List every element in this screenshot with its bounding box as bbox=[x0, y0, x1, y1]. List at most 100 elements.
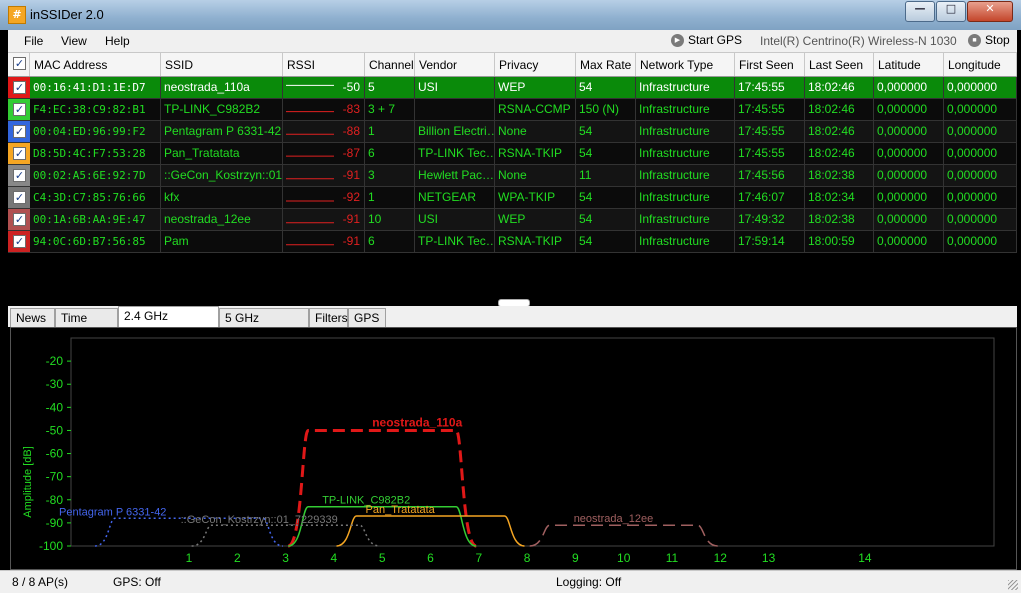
tab-5-ghz-channels[interactable]: 5 GHz Channels bbox=[219, 308, 309, 344]
cell-network-type: Infrastructure bbox=[636, 99, 735, 120]
series-curve bbox=[191, 524, 380, 547]
cell-ssid: TP-LINK_C982B2 bbox=[161, 99, 283, 120]
cell-first-seen: 17:45:55 bbox=[735, 99, 805, 120]
select-all-checkbox[interactable]: ✓ bbox=[13, 57, 26, 70]
cell-ssid: neostrada_110a bbox=[161, 77, 283, 98]
x-tick-label: 14 bbox=[858, 551, 872, 565]
table-row[interactable]: ✓ 00:04:ED:96:99:F2 Pentagram P 6331-42 -88… bbox=[8, 121, 1017, 143]
row-checkbox[interactable]: ✓ bbox=[13, 169, 26, 182]
row-color-swatch: ✓ bbox=[8, 165, 30, 186]
cell-longitude: 0,000000 bbox=[944, 77, 1017, 98]
table-row[interactable]: ✓ D8:5D:4C:F7:53:28 Pan_Tratatata -87 6 TP-LI… bbox=[8, 143, 1017, 165]
cell-latitude: 0,000000 bbox=[874, 121, 944, 142]
cell-ssid: neostrada_12ee bbox=[161, 209, 283, 230]
column-header-longitude[interactable]: Longitude bbox=[944, 53, 1017, 76]
cell-mac: 00:04:ED:96:99:F2 bbox=[30, 121, 161, 142]
cell-channel: 10 bbox=[365, 209, 415, 230]
rssi-sparkline bbox=[286, 111, 334, 113]
row-color-swatch: ✓ bbox=[8, 77, 30, 98]
y-tick-label: -70 bbox=[46, 470, 64, 484]
channel-chart-panel: -20 -30 -40 -50 -60 -70 -80 -90 -100 Amplitude [d… bbox=[10, 327, 1017, 570]
table-row[interactable]: ✓ 00:02:A5:6E:92:7D::GeCon_Kostrzyn::01… -… bbox=[8, 165, 1017, 187]
cell-ssid: Pam bbox=[161, 231, 283, 252]
series-label: neostrada_110a bbox=[372, 415, 462, 429]
row-color-swatch: ✓ bbox=[8, 187, 30, 208]
column-header-mac[interactable]: MAC Address bbox=[30, 53, 161, 76]
column-header-rssi[interactable]: RSSI bbox=[283, 53, 365, 76]
row-checkbox[interactable]: ✓ bbox=[13, 235, 26, 248]
resize-grip[interactable] bbox=[1008, 580, 1018, 590]
table-row[interactable]: ✓ F4:EC:38:C9:82:B1 TP-LINK_C982B2 -83 3 + 7… bbox=[8, 99, 1017, 121]
stop-button[interactable]: ■ Stop bbox=[968, 33, 1010, 47]
cell-last-seen: 18:02:46 bbox=[805, 121, 874, 142]
cell-rssi: -50 bbox=[283, 77, 365, 98]
cell-max-rate: 150 (N) bbox=[576, 99, 636, 120]
cell-vendor: TP-LINK Tec… bbox=[415, 143, 495, 164]
cell-max-rate: 54 bbox=[576, 187, 636, 208]
cell-mac: F4:EC:38:C9:82:B1 bbox=[30, 99, 161, 120]
row-color-swatch: ✓ bbox=[8, 121, 30, 142]
cell-latitude: 0,000000 bbox=[874, 77, 944, 98]
cell-ssid: Pentagram P 6331-42 bbox=[161, 121, 283, 142]
menu-file[interactable]: File bbox=[24, 34, 43, 48]
tab-filters[interactable]: Filters bbox=[309, 308, 348, 327]
row-checkbox[interactable]: ✓ bbox=[13, 125, 26, 138]
menu-view[interactable]: View bbox=[61, 34, 87, 48]
table-row[interactable]: ✓ 94:0C:6D:B7:56:85 Pam -91 6 TP-LINK Tec… RSN… bbox=[8, 231, 1017, 253]
table-row[interactable]: ✓ C4:3D:C7:85:76:66 kfx -92 1 NETGEAR WPA-TKIP… bbox=[8, 187, 1017, 209]
column-header-first-seen[interactable]: First Seen bbox=[735, 53, 805, 76]
header-checkbox-col[interactable]: ✓ bbox=[8, 53, 30, 76]
minimize-button[interactable]: — bbox=[905, 1, 935, 22]
row-checkbox[interactable]: ✓ bbox=[13, 103, 26, 116]
tab-time-graph[interactable]: Time Graph bbox=[55, 308, 118, 344]
column-header-vendor[interactable]: Vendor bbox=[415, 53, 495, 76]
cell-vendor: Billion Electri… bbox=[415, 121, 495, 142]
column-header-last-seen[interactable]: Last Seen bbox=[805, 53, 874, 76]
column-header-max-rate[interactable]: Max Rate bbox=[576, 53, 636, 76]
row-checkbox[interactable]: ✓ bbox=[13, 147, 26, 160]
cell-first-seen: 17:45:55 bbox=[735, 77, 805, 98]
cell-last-seen: 18:02:46 bbox=[805, 77, 874, 98]
row-checkbox[interactable]: ✓ bbox=[13, 191, 26, 204]
rssi-value: -50 bbox=[342, 80, 360, 94]
start-gps-button[interactable]: ▶ Start GPS bbox=[671, 33, 742, 47]
table-row[interactable]: ✓ 00:1A:6B:AA:9E:47 neostrada_12ee -91 10 USI… bbox=[8, 209, 1017, 231]
cell-latitude: 0,000000 bbox=[874, 165, 944, 186]
tab-news[interactable]: News bbox=[10, 308, 55, 327]
tab-strip: NewsTime Graph2.4 GHz Channels5 GHz Chan… bbox=[8, 306, 1017, 344]
x-tick-label: 1 bbox=[186, 551, 193, 565]
rssi-value: -91 bbox=[342, 168, 360, 182]
cell-longitude: 0,000000 bbox=[944, 99, 1017, 120]
menu-help[interactable]: Help bbox=[105, 34, 130, 48]
cell-network-type: Infrastructure bbox=[636, 77, 735, 98]
cell-last-seen: 18:02:34 bbox=[805, 187, 874, 208]
title-bar[interactable]: # inSSIDer 2.0 — □ ✕ bbox=[0, 0, 1021, 30]
play-icon: ▶ bbox=[671, 33, 684, 47]
cell-last-seen: 18:02:46 bbox=[805, 143, 874, 164]
y-tick-label: -40 bbox=[46, 400, 64, 414]
series-label: Pan_Tratatata bbox=[366, 504, 436, 516]
adapter-select[interactable]: Intel(R) Centrino(R) Wireless-N 1030 bbox=[760, 34, 957, 48]
close-button[interactable]: ✕ bbox=[967, 1, 1013, 22]
cell-max-rate: 54 bbox=[576, 77, 636, 98]
column-header-network-type[interactable]: Network Type bbox=[636, 53, 735, 76]
column-header-latitude[interactable]: Latitude bbox=[874, 53, 944, 76]
column-header-privacy[interactable]: Privacy bbox=[495, 53, 576, 76]
cell-last-seen: 18:02:46 bbox=[805, 99, 874, 120]
cell-mac: 00:1A:6B:AA:9E:47 bbox=[30, 209, 161, 230]
cell-latitude: 0,000000 bbox=[874, 209, 944, 230]
maximize-button[interactable]: □ bbox=[936, 1, 966, 22]
tab-gps[interactable]: GPS bbox=[348, 308, 386, 327]
column-header-ssid[interactable]: SSID bbox=[161, 53, 283, 76]
column-header-channel[interactable]: Channel bbox=[365, 53, 415, 76]
rssi-value: -91 bbox=[342, 212, 360, 226]
row-checkbox[interactable]: ✓ bbox=[13, 81, 26, 94]
row-checkbox[interactable]: ✓ bbox=[13, 213, 26, 226]
table-row[interactable]: ✓ 00:16:41:D1:1E:D7 neostrada_110a -50 5 USI W… bbox=[8, 77, 1017, 99]
tab-2-4-ghz-channels[interactable]: 2.4 GHz Channels bbox=[118, 306, 219, 342]
row-color-swatch: ✓ bbox=[8, 143, 30, 164]
cell-privacy: None bbox=[495, 121, 576, 142]
cell-channel: 1 bbox=[365, 187, 415, 208]
cell-last-seen: 18:02:38 bbox=[805, 209, 874, 230]
cell-privacy: WEP bbox=[495, 209, 576, 230]
